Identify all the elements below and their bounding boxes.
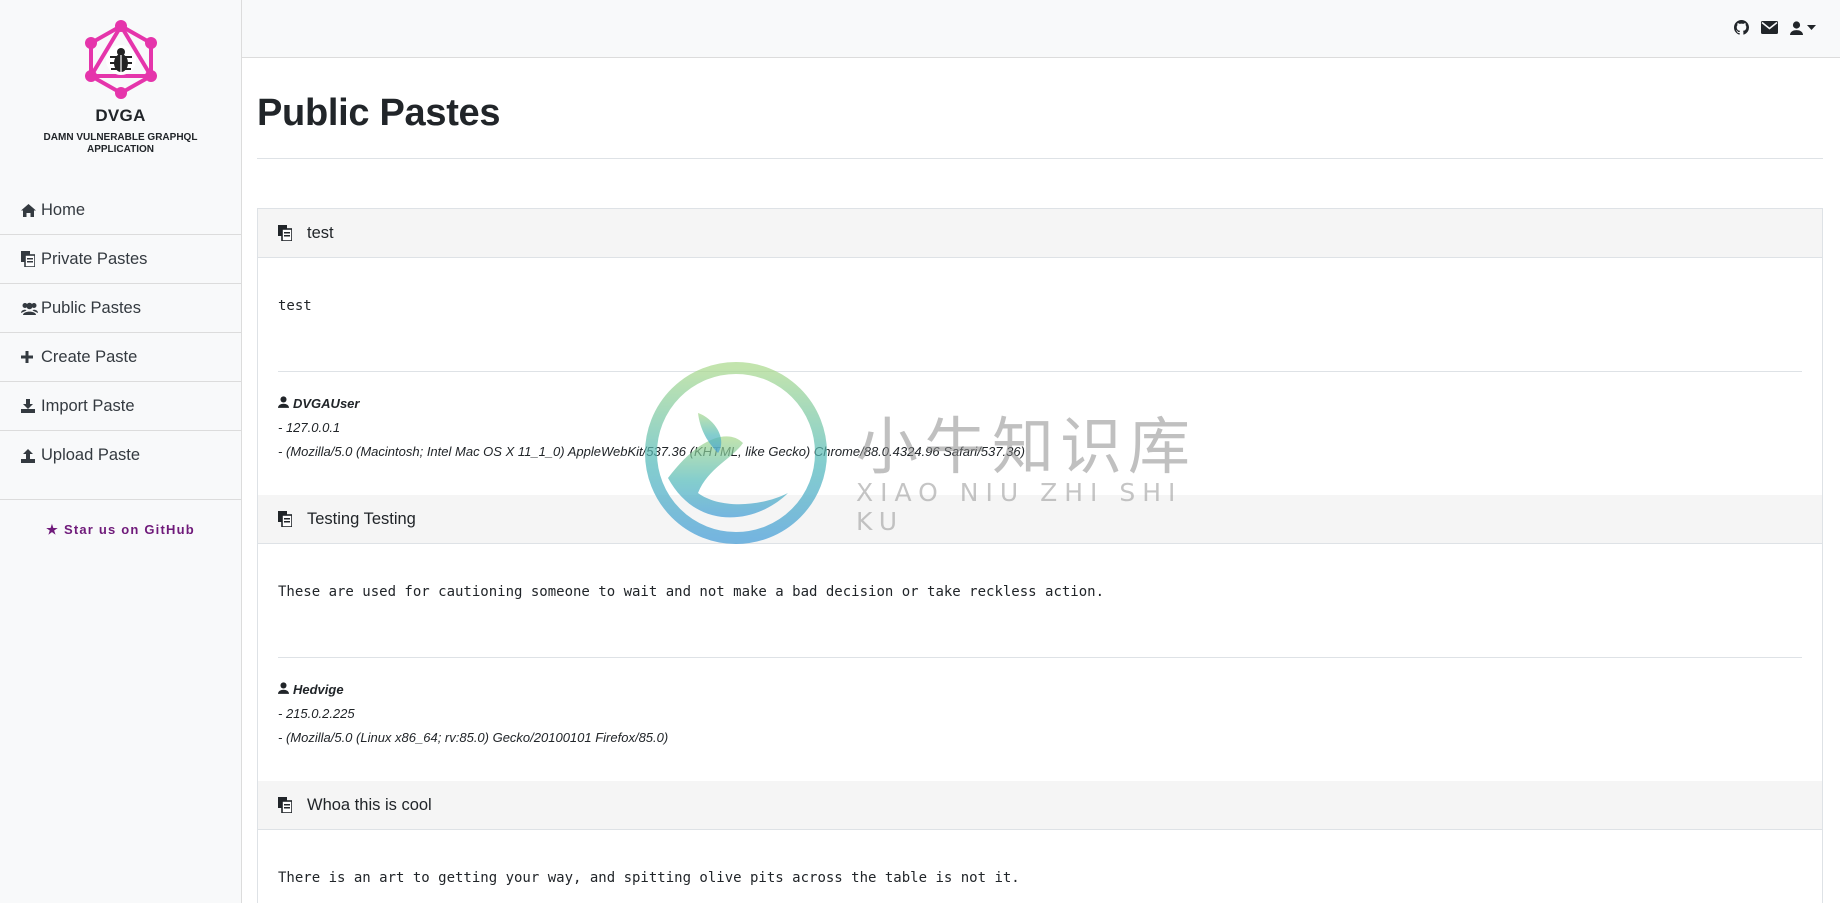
title-divider	[257, 158, 1823, 159]
sidebar: DVGA DAMN VULNERABLE GRAPHQL APPLICATION…	[0, 0, 242, 903]
brand-name: DVGA	[95, 106, 146, 125]
paste-ip: - 127.0.0.1	[278, 420, 341, 435]
paste-header: test	[258, 209, 1822, 258]
topbar	[242, 0, 1840, 58]
sidebar-item-label: Home	[41, 200, 86, 219]
brand[interactable]: DVGA DAMN VULNERABLE GRAPHQL APPLICATION	[0, 0, 241, 156]
paste-meta: DVGAUser - 127.0.0.1 - (Mozilla/5.0 (Mac…	[278, 372, 1802, 495]
sidebar-divider	[0, 499, 241, 500]
plus-icon	[21, 351, 41, 363]
sidebar-item-home[interactable]: Home	[0, 186, 241, 235]
paste-author-name: DVGAUser	[293, 396, 360, 411]
envelope-icon[interactable]	[1761, 21, 1778, 34]
main-content: Public Pastes test test DVGAUser - 127.0…	[257, 58, 1823, 903]
paste-meta: Hedvige - 215.0.2.225 - (Mozilla/5.0 (Li…	[278, 658, 1802, 781]
sidebar-item-label: Create Paste	[41, 347, 138, 366]
copy-icon	[21, 251, 41, 267]
paste-header: Testing Testing	[258, 495, 1822, 544]
copy-icon	[278, 797, 307, 813]
paste-card: test test DVGAUser - 127.0.0.1 - (Mozill…	[258, 209, 1822, 495]
paste-ip: - 215.0.2.225	[278, 706, 355, 721]
home-icon	[21, 203, 41, 217]
users-icon	[21, 302, 41, 315]
paste-body: These are used for cautioning someone to…	[258, 544, 1822, 781]
paste-author-name: Hedvige	[293, 682, 344, 697]
paste-list: test test DVGAUser - 127.0.0.1 - (Mozill…	[257, 208, 1823, 903]
user-menu-toggle[interactable]	[1790, 20, 1816, 35]
paste-card: Whoa this is cool There is an art to get…	[258, 781, 1822, 903]
caret-down-icon	[1807, 24, 1816, 31]
copy-icon	[278, 511, 307, 527]
paste-header: Whoa this is cool	[258, 781, 1822, 830]
paste-content: test	[278, 298, 312, 314]
paste-title: test	[307, 223, 334, 242]
user-icon	[278, 678, 293, 702]
paste-title: Whoa this is cool	[307, 795, 432, 814]
sidebar-item-label: Upload Paste	[41, 446, 141, 464]
user-icon	[1790, 20, 1803, 35]
star-github-label: Star us on GitHub	[63, 522, 195, 537]
download-icon	[21, 399, 41, 413]
page-title: Public Pastes	[257, 92, 501, 134]
sidebar-item-label: Private Pastes	[41, 249, 148, 268]
brand-subtitle: DAMN VULNERABLE GRAPHQL APPLICATION	[43, 132, 198, 155]
sidebar-item-label: Public Pastes	[41, 298, 141, 317]
upload-icon	[21, 448, 41, 463]
sidebar-item-create-paste[interactable]: Create Paste	[0, 333, 241, 382]
star-github-link[interactable]: ★ Star us on GitHub	[0, 522, 241, 538]
sidebar-item-upload-paste[interactable]: Upload Paste	[0, 431, 241, 480]
paste-author: Hedvige	[278, 678, 1802, 702]
sidebar-item-label: Import Paste	[41, 396, 135, 415]
paste-user-agent: - (Mozilla/5.0 (Linux x86_64; rv:85.0) G…	[278, 730, 669, 745]
paste-content: These are used for cautioning someone to…	[278, 584, 1105, 600]
paste-author: DVGAUser	[278, 392, 1802, 416]
paste-user-agent: - (Mozilla/5.0 (Macintosh; Intel Mac OS …	[278, 444, 1025, 459]
paste-title: Testing Testing	[307, 509, 416, 528]
paste-content: There is an art to getting your way, and…	[278, 870, 1020, 886]
github-icon[interactable]	[1734, 20, 1749, 35]
sidebar-item-import-paste[interactable]: Import Paste	[0, 382, 241, 431]
topbar-icons	[1734, 20, 1816, 35]
paste-body: There is an art to getting your way, and…	[258, 830, 1822, 903]
sidebar-nav: Home Private Pastes Public Pastes Create…	[0, 186, 241, 480]
sidebar-item-public-pastes[interactable]: Public Pastes	[0, 284, 241, 333]
sidebar-item-private-pastes[interactable]: Private Pastes	[0, 235, 241, 284]
paste-card: Testing Testing These are used for cauti…	[258, 495, 1822, 781]
copy-icon	[278, 225, 307, 241]
user-icon	[278, 392, 293, 416]
paste-body: test DVGAUser - 127.0.0.1 - (Mozilla/5.0…	[258, 258, 1822, 495]
dvga-logo-icon	[84, 20, 157, 99]
star-icon: ★	[46, 522, 59, 537]
